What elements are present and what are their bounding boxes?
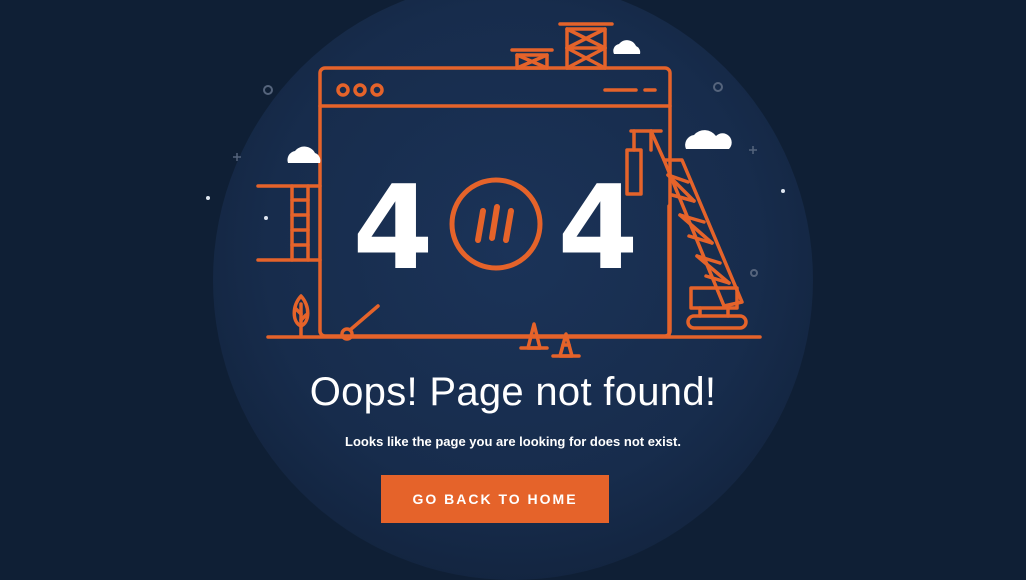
window-dot-icon [336, 83, 350, 97]
page-title: Oops! Page not found! [309, 370, 717, 414]
ring-icon [713, 82, 723, 92]
cloud-icon [613, 40, 641, 54]
ladder-scaffold [256, 184, 322, 262]
tree-icon [292, 294, 310, 338]
error-digit-left: 4 [353, 161, 434, 296]
cloud-icon [685, 130, 732, 149]
tower-right [558, 22, 614, 70]
star-icon [206, 196, 210, 200]
window-dot-icon [353, 83, 367, 97]
ring-icon [750, 269, 758, 277]
star-icon [264, 216, 268, 220]
tower-left [510, 48, 554, 70]
crane-icon [625, 129, 748, 338]
error-digit-right: 4 [558, 161, 639, 296]
cloud-icon [287, 146, 321, 163]
slashes-icon [475, 204, 514, 243]
shovel-icon [340, 304, 380, 341]
star-icon [781, 189, 785, 193]
error-message: Looks like the page you are looking for … [345, 434, 681, 449]
go-home-button[interactable]: GO BACK TO HOME [381, 475, 609, 523]
ring-icon [263, 85, 273, 95]
window-dot-icon [370, 83, 384, 97]
